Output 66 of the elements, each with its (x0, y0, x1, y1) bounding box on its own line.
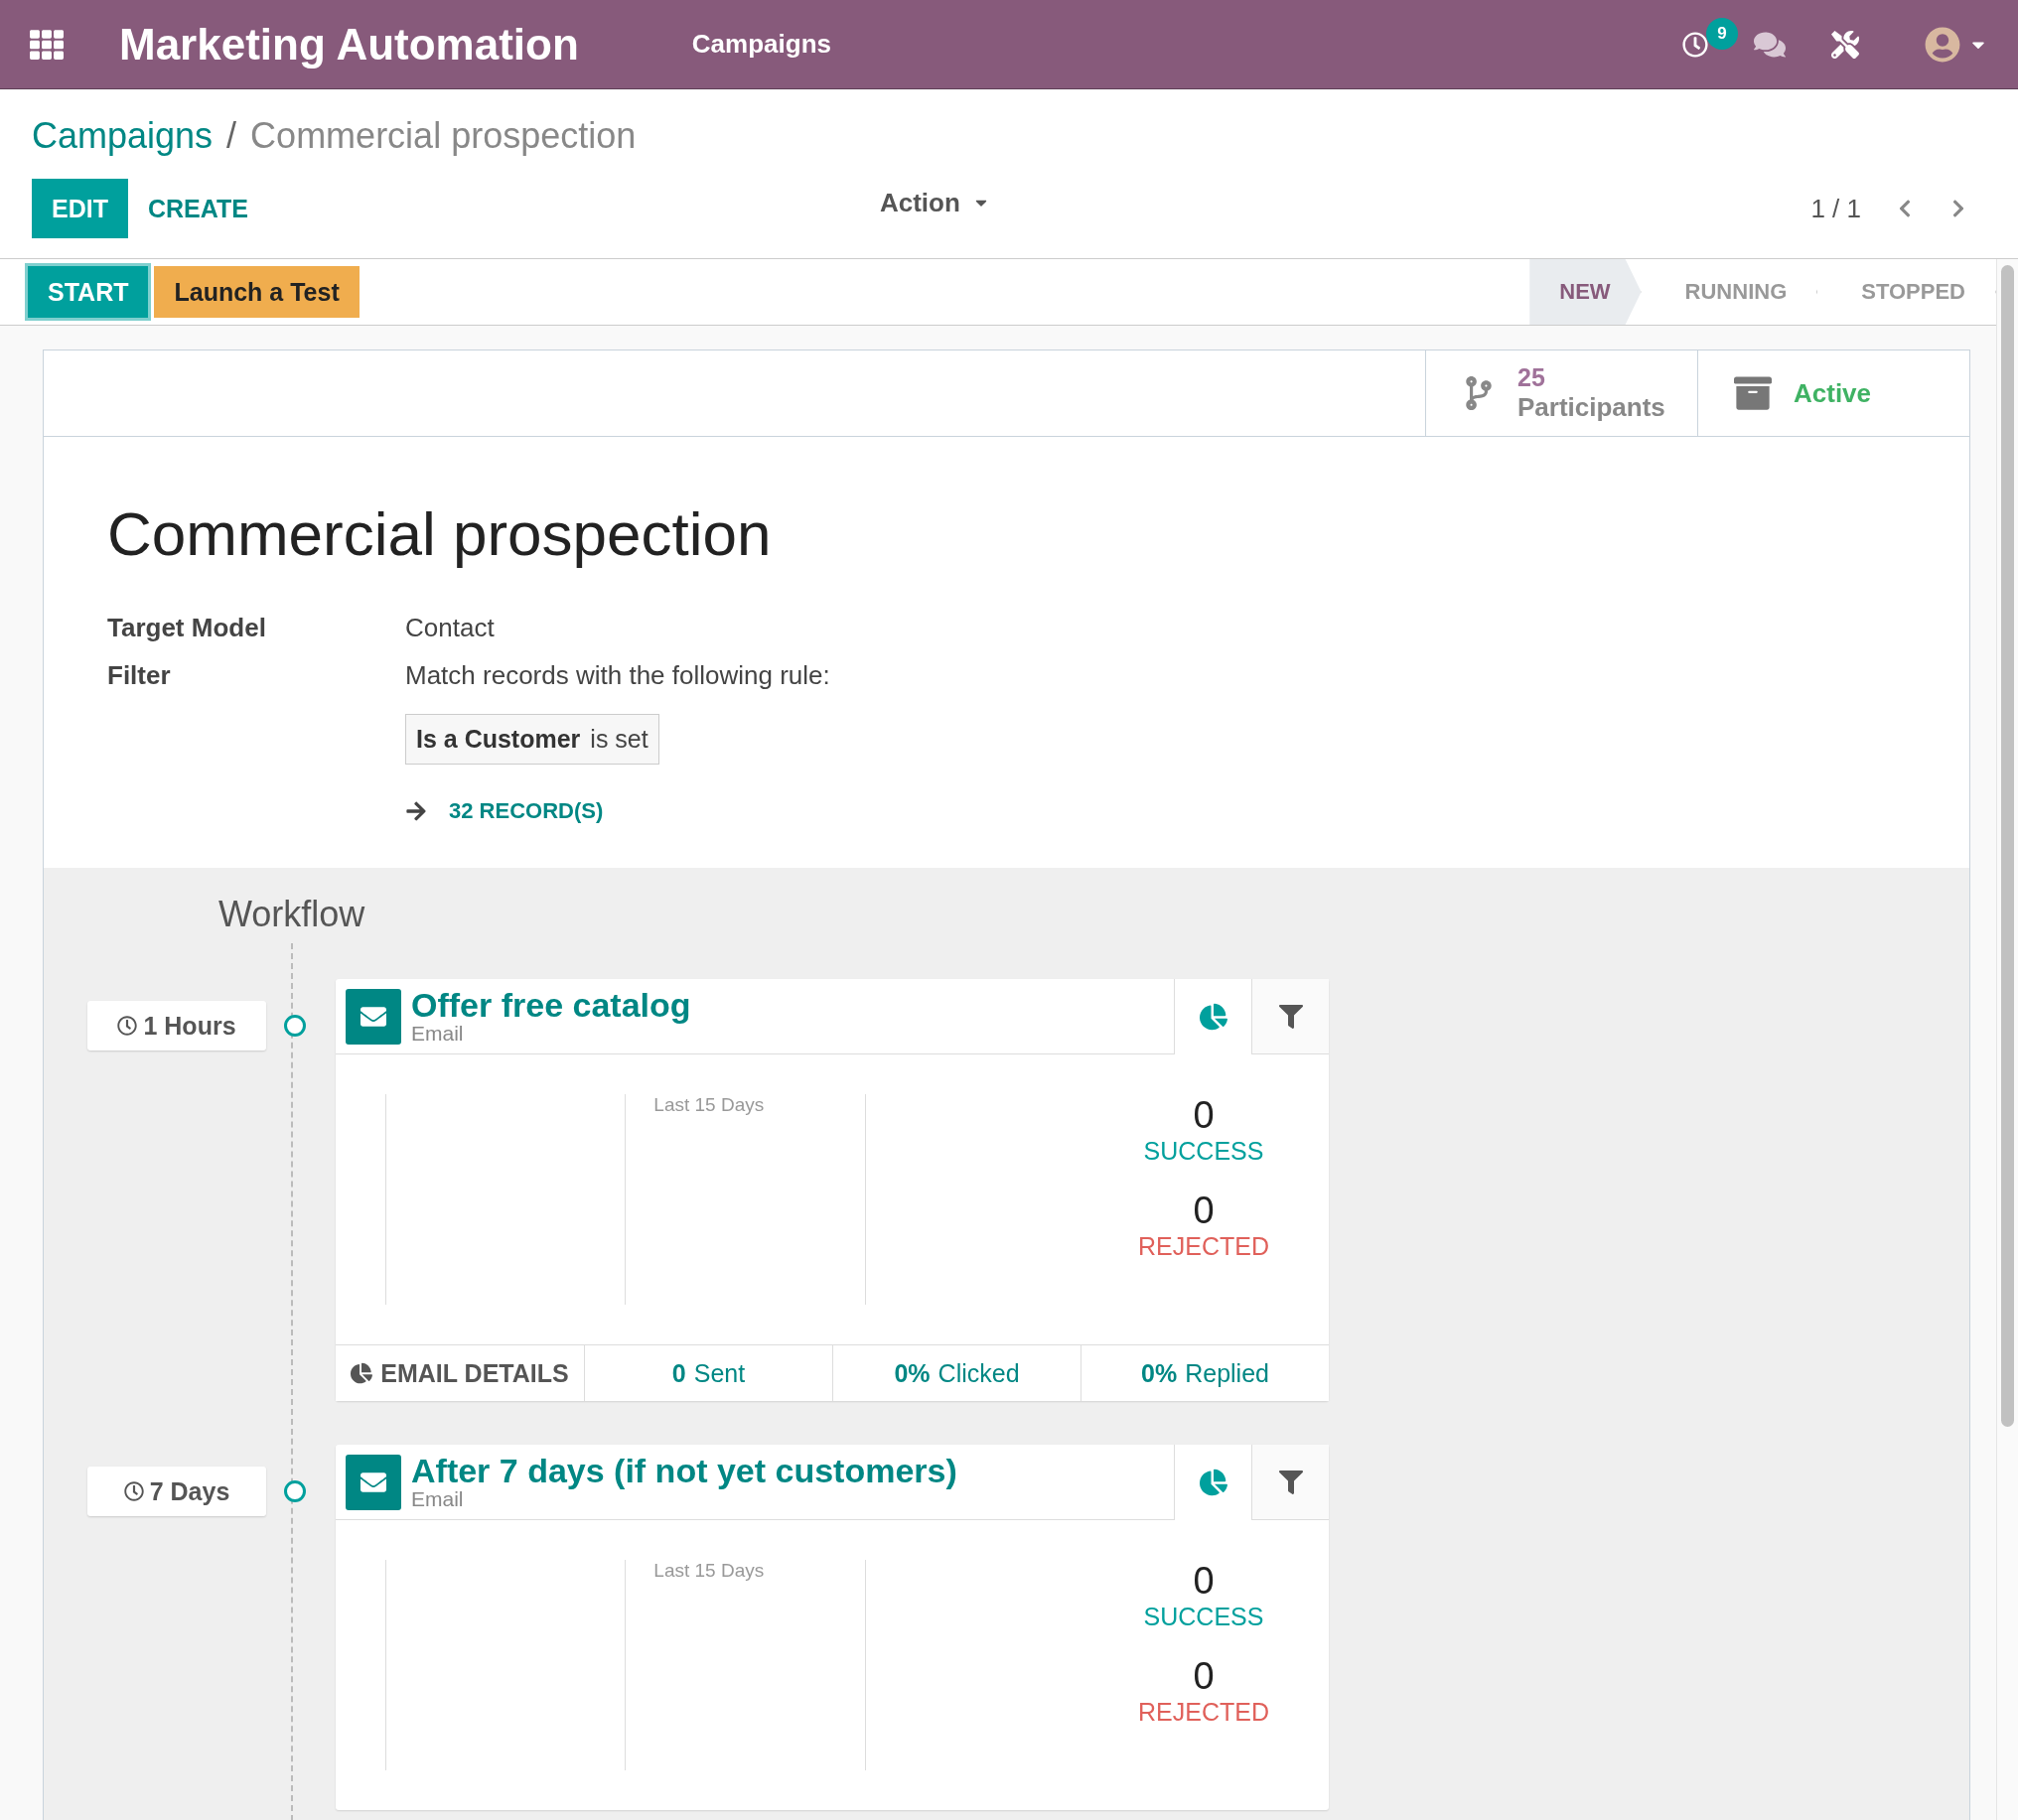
rejected-count: 0 (1193, 1190, 1215, 1232)
create-button[interactable]: CREATE (127, 179, 268, 238)
records-link[interactable]: 32 RECORD(S) (449, 798, 604, 824)
edit-button[interactable]: EDIT (32, 179, 128, 238)
pager-value: 1 / 1 (1810, 193, 1861, 224)
avatar-icon[interactable] (1925, 26, 1960, 63)
email-stat-button[interactable]: 0% Clicked (832, 1345, 1081, 1401)
activity-clock-icon[interactable] (1682, 31, 1708, 58)
activity-tab[interactable] (1251, 979, 1329, 1054)
timeline-node (284, 1015, 306, 1037)
activity-tab[interactable] (1174, 979, 1251, 1054)
app-title: Marketing Automation (119, 19, 579, 70)
email-details-button[interactable]: EMAIL DETAILS (336, 1345, 584, 1401)
rejected-label: REJECTED (1138, 1232, 1269, 1261)
activity-count-badge: 9 (1706, 17, 1738, 50)
success-count: 0 (1193, 1560, 1215, 1603)
email-stat-button[interactable]: 0% Replied (1081, 1345, 1329, 1401)
activity-type: Email (411, 1488, 465, 1511)
activity-tab[interactable] (1174, 1445, 1251, 1520)
field-label: Filter (107, 660, 172, 691)
apps-grid-icon[interactable] (30, 27, 64, 62)
tools-icon[interactable] (1831, 30, 1859, 59)
trigger-delay-text: 7 Days (149, 1476, 230, 1506)
action-dropdown[interactable]: Action (873, 186, 996, 219)
activity-type: Email (411, 1023, 465, 1046)
arrow-right-icon (405, 800, 427, 822)
start-button[interactable]: START (28, 266, 149, 318)
activity-tab[interactable] (1251, 1445, 1329, 1520)
record-title: Commercial prospection (107, 498, 773, 569)
breadcrumb-separator: / (226, 115, 237, 157)
filter-icon (1278, 1470, 1303, 1494)
participants-count: 25 (1517, 363, 1546, 392)
rule-operator: is set (590, 725, 649, 754)
stat-label: Participants (1517, 392, 1665, 423)
envelope-icon (346, 988, 401, 1045)
timeline-node (284, 1480, 306, 1502)
success-label: SUCCESS (1143, 1603, 1264, 1631)
activity-title[interactable]: After 7 days (if not yet customers) (411, 1453, 957, 1489)
trigger-delay-text: 1 Hours (143, 1011, 236, 1041)
activity-title[interactable]: Offer free catalog (411, 987, 691, 1024)
filter-icon (1278, 1004, 1303, 1029)
rejected-count: 0 (1193, 1655, 1215, 1698)
archive-box-icon (1734, 374, 1772, 412)
field-label: Target Model (107, 613, 267, 643)
rule-field: Is a Customer (416, 725, 581, 754)
pie-chart-icon (1199, 1003, 1227, 1031)
period-label: Last 15 Days (653, 1560, 765, 1581)
clock-icon (123, 1481, 144, 1501)
email-stat-button[interactable]: 0 Sent (584, 1345, 832, 1401)
pie-chart-icon (1199, 1469, 1227, 1496)
menu-item[interactable]: Campaigns (691, 29, 831, 60)
success-label: SUCCESS (1143, 1137, 1264, 1166)
rejected-label: REJECTED (1138, 1698, 1269, 1727)
success-count: 0 (1193, 1094, 1215, 1137)
envelope-icon (346, 1454, 401, 1510)
field-value: Match records with the following rule: (405, 660, 831, 691)
clock-icon (117, 1016, 138, 1036)
breadcrumb-link[interactable]: Campaigns (32, 115, 214, 157)
launch-test-button[interactable]: Launch a Test (154, 266, 360, 318)
breadcrumb-link[interactable]: Commercial prospection (250, 115, 637, 157)
stat-label: Active (1794, 377, 1872, 409)
period-label: Last 15 Days (653, 1094, 765, 1115)
field-value: Contact (405, 613, 496, 643)
status-stage[interactable]: NEW (1529, 259, 1642, 325)
pie-chart-icon (351, 1362, 373, 1384)
workflow-title: Workflow (218, 894, 366, 935)
